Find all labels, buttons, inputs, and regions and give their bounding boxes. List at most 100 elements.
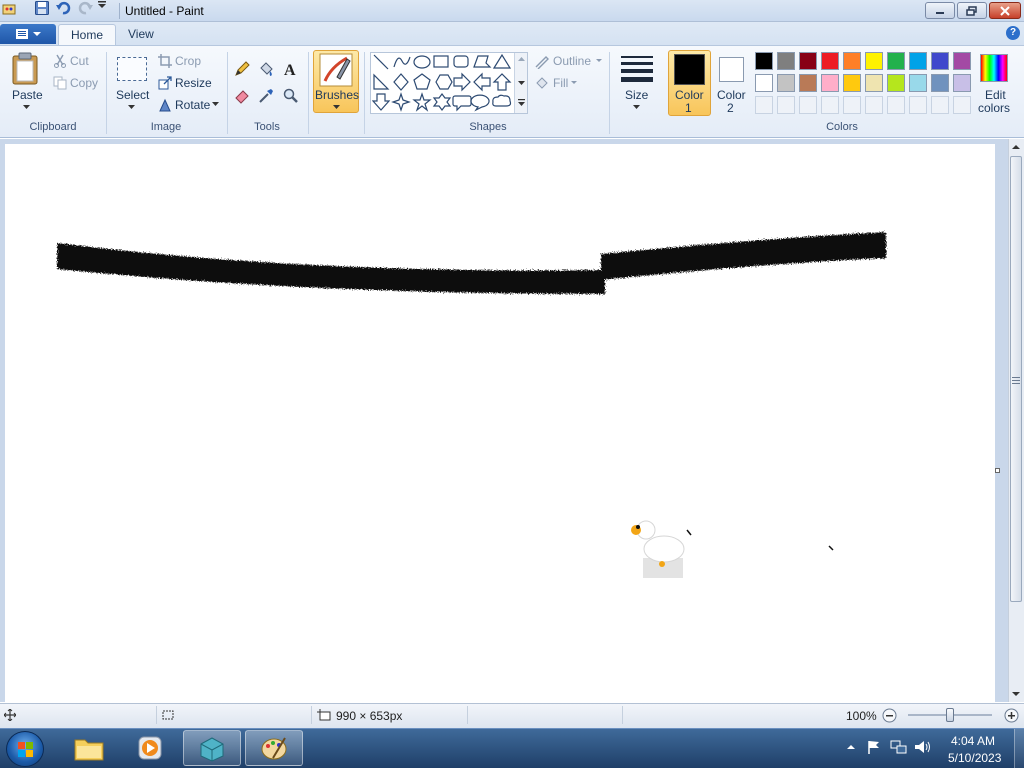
color1-swatch <box>674 54 705 85</box>
color2-label: Color <box>717 88 746 102</box>
cut-button[interactable]: Cut <box>70 54 89 68</box>
minimize-button[interactable] <box>925 2 955 19</box>
redo-icon[interactable] <box>78 0 94 19</box>
clock-date[interactable]: 5/10/2023 <box>948 751 1001 765</box>
scroll-down-icon[interactable] <box>1011 690 1021 698</box>
save-icon[interactable] <box>34 0 50 19</box>
palette-swatch[interactable] <box>799 74 817 92</box>
start-button[interactable] <box>6 731 44 767</box>
rotate-button[interactable]: Rotate <box>175 98 210 112</box>
palette-custom-swatch[interactable] <box>953 96 971 114</box>
network-cube-icon <box>200 737 224 762</box>
palette-swatch[interactable] <box>909 52 927 70</box>
rotate-dropdown-icon[interactable] <box>212 102 219 107</box>
palette-custom-swatch[interactable] <box>865 96 883 114</box>
palette-custom-swatch[interactable] <box>909 96 927 114</box>
canvas-size-icon <box>317 709 331 721</box>
pencil-icon[interactable] <box>234 61 250 77</box>
fill-dropdown-icon[interactable] <box>571 81 577 85</box>
palette-custom-swatch[interactable] <box>843 96 861 114</box>
taskbar-media-player[interactable] <box>121 730 179 766</box>
scroll-up-icon[interactable] <box>1011 143 1021 151</box>
brushes-dropdown-icon[interactable] <box>333 105 340 110</box>
group-separator <box>308 52 309 134</box>
text-icon[interactable]: A <box>283 61 299 77</box>
palette-swatch[interactable] <box>777 52 795 70</box>
select-dropdown-icon[interactable] <box>128 105 135 110</box>
taskbar-paint[interactable] <box>245 730 303 766</box>
palette-swatch[interactable] <box>821 52 839 70</box>
select-button[interactable]: Select <box>116 88 149 102</box>
help-icon[interactable]: ? <box>1006 26 1020 40</box>
color2-swatch[interactable] <box>719 57 744 82</box>
network-icon[interactable] <box>890 739 908 755</box>
colors-group-label: Colors <box>826 121 858 133</box>
zoom-out-icon[interactable] <box>882 708 897 723</box>
shapes-gallery-scrollbar[interactable] <box>514 53 527 113</box>
paste-dropdown-icon[interactable] <box>23 105 30 110</box>
black-brush-stroke <box>57 243 605 294</box>
palette-swatch[interactable] <box>953 52 971 70</box>
clock-time[interactable]: 4:04 AM <box>951 734 995 748</box>
palette-custom-swatch[interactable] <box>931 96 949 114</box>
right-triangle-shape-icon <box>373 73 390 90</box>
paint-menu-button[interactable] <box>0 24 56 44</box>
fill-bucket-icon[interactable] <box>258 61 274 77</box>
palette-swatch[interactable] <box>755 74 773 92</box>
zoom-in-icon[interactable] <box>1004 708 1019 723</box>
palette-swatch[interactable] <box>843 74 861 92</box>
shapes-gallery-icons[interactable] <box>372 53 512 113</box>
palette-swatch[interactable] <box>865 74 883 92</box>
size-button[interactable]: Size <box>625 88 648 102</box>
palette-swatch[interactable] <box>909 74 927 92</box>
zoom-slider-thumb[interactable] <box>946 708 954 722</box>
palette-swatch[interactable] <box>755 52 773 70</box>
size-dropdown-icon[interactable] <box>633 105 640 110</box>
palette-swatch[interactable] <box>887 52 905 70</box>
left-arrow-shape-icon <box>473 72 491 92</box>
palette-custom-swatch[interactable] <box>755 96 773 114</box>
taskbar-network-app[interactable] <box>183 730 241 766</box>
palette-custom-swatch[interactable] <box>799 96 817 114</box>
tray-expand-icon[interactable] <box>846 743 856 751</box>
color-picker-icon[interactable] <box>258 88 274 104</box>
tab-home[interactable]: Home <box>58 24 117 45</box>
resize-button[interactable]: Resize <box>175 76 212 90</box>
palette-swatch[interactable] <box>843 52 861 70</box>
palette-swatch[interactable] <box>887 74 905 92</box>
undo-icon[interactable] <box>55 0 71 19</box>
taskbar-explorer[interactable] <box>60 730 118 766</box>
hexagon-shape-icon <box>435 74 453 90</box>
palette-swatch[interactable] <box>865 52 883 70</box>
palette-custom-swatch[interactable] <box>777 96 795 114</box>
outline-button[interactable]: Outline <box>553 54 591 68</box>
customize-quick-access-icon[interactable] <box>97 0 107 13</box>
palette-swatch[interactable] <box>777 74 795 92</box>
palette-swatch[interactable] <box>931 74 949 92</box>
eraser-icon[interactable] <box>234 88 250 104</box>
palette-custom-swatch[interactable] <box>887 96 905 114</box>
volume-icon[interactable] <box>914 739 932 755</box>
magnifier-icon[interactable] <box>283 88 299 104</box>
drawing-canvas[interactable] <box>5 144 995 704</box>
duck-sticker <box>631 520 685 578</box>
line-size-icon[interactable] <box>620 54 654 82</box>
palette-swatch[interactable] <box>799 52 817 70</box>
canvas-resize-handle[interactable] <box>995 468 1000 473</box>
copy-button[interactable]: Copy <box>70 76 98 90</box>
palette-swatch[interactable] <box>953 74 971 92</box>
paint-app-icon[interactable] <box>2 2 20 20</box>
fill-button[interactable]: Fill <box>553 76 568 90</box>
palette-swatch[interactable] <box>931 52 949 70</box>
crop-button[interactable]: Crop <box>175 54 201 68</box>
select-icon[interactable] <box>117 57 147 81</box>
show-desktop-button[interactable] <box>1014 729 1024 768</box>
outline-dropdown-icon[interactable] <box>596 59 602 63</box>
tab-view[interactable]: View <box>116 24 166 45</box>
close-button[interactable] <box>989 2 1021 19</box>
palette-swatch[interactable] <box>821 74 839 92</box>
edit-colors-icon[interactable] <box>980 54 1008 82</box>
palette-custom-swatch[interactable] <box>821 96 839 114</box>
restore-button[interactable] <box>957 2 987 19</box>
action-center-flag-icon[interactable] <box>866 739 882 755</box>
